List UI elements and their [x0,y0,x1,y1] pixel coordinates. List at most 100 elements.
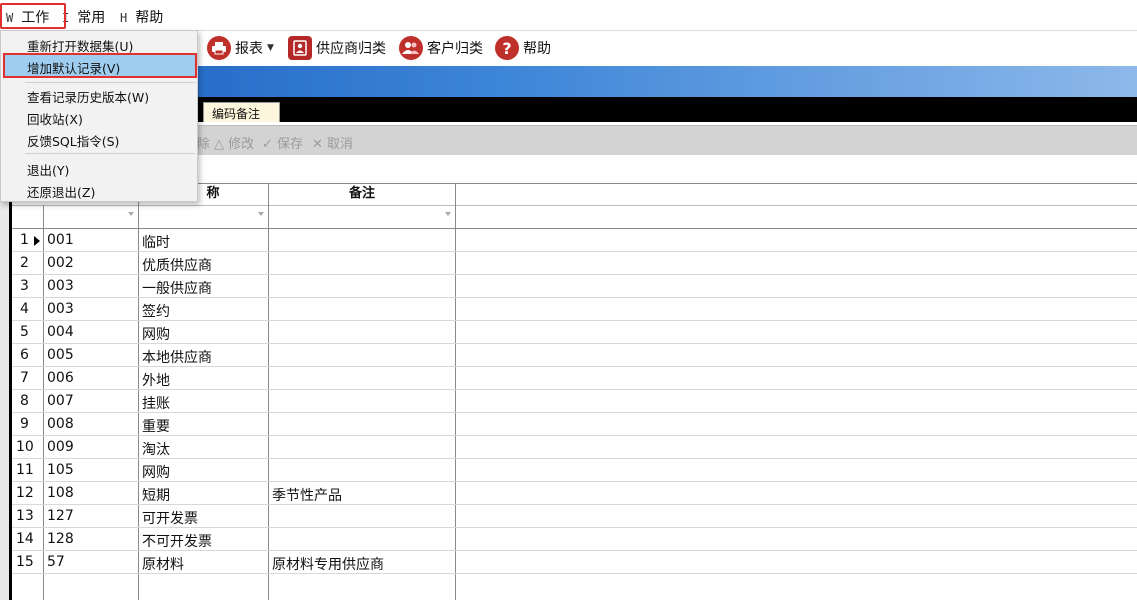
filter-remark[interactable] [269,206,455,228]
cell-code[interactable]: 003 [47,301,74,317]
menu-item-exit[interactable]: 退出(Y) [27,160,69,179]
save-check-icon: ✓ [262,137,278,152]
cell-code[interactable]: 001 [47,232,74,248]
row-sep [12,297,1137,298]
edit-button[interactable]: △ 修改 [214,133,254,152]
work-menu-dropdown: 重新打开数据集(U) 增加默认记录(V) 查看记录历史版本(W) 回收站(X) … [0,30,198,202]
supplier-category-label: 供应商归类 [316,41,386,57]
cell-code[interactable]: 128 [47,531,74,547]
filter-code[interactable] [44,206,138,228]
cancel-button[interactable]: ✕ 取消 [312,133,353,152]
row-number: 14 [16,531,34,547]
filter-code-arrow-icon [128,212,134,216]
report-button[interactable]: 报表 ▼ [207,35,274,61]
row-number: 7 [20,370,29,386]
row-number: 4 [20,301,29,317]
save-button[interactable]: ✓ 保存 [262,133,303,152]
table-row[interactable]: 6 005 本地供应商 [12,344,1137,367]
delete-button[interactable]: 除 [197,133,210,152]
supplier-category-button[interactable]: 供应商归类 [288,35,386,61]
cell-code[interactable]: 003 [47,278,74,294]
col-header-name[interactable]: 称 [198,183,228,205]
cell-remark[interactable]: 原材料专用供应商 [272,554,384,574]
cell-name[interactable]: 不可开发票 [142,531,212,551]
cell-name[interactable]: 可开发票 [142,508,198,528]
menu-common[interactable]: I 常用 [62,7,105,27]
table-row[interactable]: 14 128 不可开发票 [12,528,1137,551]
report-dropdown-arrow[interactable]: ▼ [267,43,274,53]
cell-name[interactable]: 短期 [142,485,170,505]
row-sep [12,458,1137,459]
table-row[interactable]: 11 105 网购 [12,459,1137,482]
cell-code[interactable]: 006 [47,370,74,386]
cell-name[interactable]: 重要 [142,416,170,436]
table-row[interactable]: 9 008 重要 [12,413,1137,436]
cell-code[interactable]: 105 [47,462,74,478]
cell-code[interactable]: 009 [47,439,74,455]
row-number: 5 [20,324,29,340]
menu-item-feedback-sql[interactable]: 反馈SQL指令(S) [27,131,119,150]
menu-work-highlight-box [0,3,66,29]
cell-remark[interactable]: 季节性产品 [272,485,342,505]
table-row[interactable]: 15 57 原材料 原材料专用供应商 [12,551,1137,574]
cell-name[interactable]: 本地供应商 [142,347,212,367]
menu-item-restore-exit[interactable]: 还原退出(Z) [27,182,95,201]
row-number: 8 [20,393,29,409]
cell-name[interactable]: 外地 [142,370,170,390]
menu-help-label: 帮助 [135,10,164,26]
cell-name[interactable]: 网购 [142,324,170,344]
table-row[interactable]: 12 108 短期 季节性产品 [12,482,1137,505]
menu-separator [25,82,195,83]
table-row[interactable]: 4 003 签约 [12,298,1137,321]
cell-name[interactable]: 优质供应商 [142,255,212,275]
table-row[interactable]: 13 127 可开发票 [12,505,1137,528]
cell-code[interactable]: 005 [47,347,74,363]
table-row[interactable]: 3 003 一般供应商 [12,275,1137,298]
row-number: 1 [20,232,29,248]
row-number: 3 [20,278,29,294]
row-number: 9 [20,416,29,432]
cancel-x-icon: ✕ [312,137,328,152]
row-sep [12,366,1137,367]
table-row[interactable]: 1 001 临时 [12,229,1137,252]
cell-code[interactable]: 004 [47,324,74,340]
cell-code[interactable]: 008 [47,416,74,432]
tab-code-remark[interactable]: 编码备注 [203,102,280,122]
menu-help[interactable]: H 帮助 [120,7,163,27]
help-button[interactable]: ? 帮助 [495,35,551,61]
current-row-indicator-icon [34,236,40,246]
filter-name[interactable] [139,206,268,228]
help-question-icon: ? [495,36,519,60]
cancel-label: 取消 [327,137,354,152]
col-header-remark[interactable]: 备注 [269,183,455,205]
cell-code[interactable]: 57 [47,554,65,570]
cell-name[interactable]: 淘汰 [142,439,170,459]
cell-name[interactable]: 网购 [142,462,170,482]
row-number: 12 [16,485,34,501]
cell-name[interactable]: 挂账 [142,393,170,413]
table-row[interactable]: 2 002 优质供应商 [12,252,1137,275]
table-row[interactable]: 5 004 网购 [12,321,1137,344]
menu-item-add-default-record[interactable]: 增加默认记录(V) [27,58,120,77]
menu-item-reopen-dataset[interactable]: 重新打开数据集(U) [27,36,133,55]
menu-item-recycle-bin[interactable]: 回收站(X) [27,109,83,128]
customer-category-button[interactable]: 客户归类 [399,35,483,61]
filter-name-arrow-icon [258,212,264,216]
row-number: 10 [16,439,34,455]
table-row[interactable]: 7 006 外地 [12,367,1137,390]
table-row[interactable]: 8 007 挂账 [12,390,1137,413]
table-row[interactable]: 10 009 淘汰 [12,436,1137,459]
cell-name[interactable]: 签约 [142,301,170,321]
menu-separator [25,153,195,154]
row-sep [12,412,1137,413]
cell-code[interactable]: 002 [47,255,74,271]
cell-name[interactable]: 原材料 [142,554,184,574]
menu-item-view-history[interactable]: 查看记录历史版本(W) [27,87,149,106]
cell-name[interactable]: 临时 [142,232,170,252]
cell-name[interactable]: 一般供应商 [142,278,212,298]
row-number: 13 [16,508,34,524]
row-sep [12,481,1137,482]
cell-code[interactable]: 007 [47,393,74,409]
cell-code[interactable]: 127 [47,508,74,524]
cell-code[interactable]: 108 [47,485,74,501]
